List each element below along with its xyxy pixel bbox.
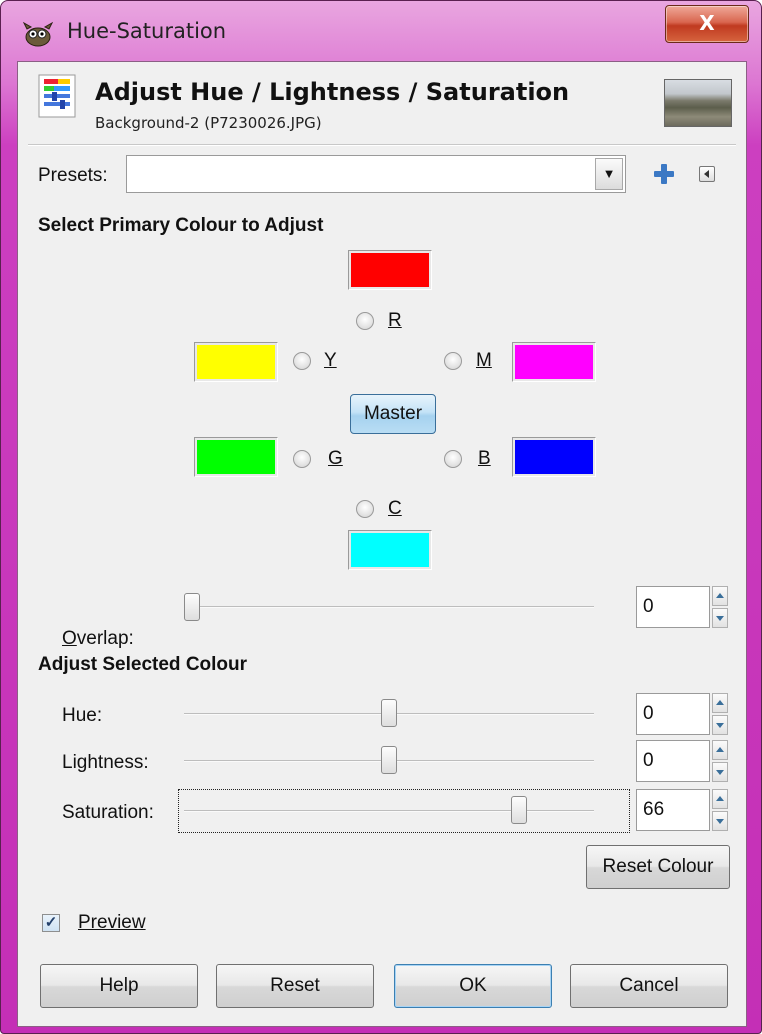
spin-up-icon[interactable] — [712, 693, 728, 713]
saturation-label: Saturation: — [62, 802, 154, 823]
lightness-spinner[interactable]: 0 — [636, 740, 728, 782]
magenta-fill — [515, 345, 593, 379]
add-preset-icon[interactable] — [652, 162, 676, 186]
lightness-slider-handle[interactable] — [381, 746, 397, 774]
blue-swatch — [512, 437, 596, 477]
reset-button[interactable]: Reset — [216, 964, 374, 1008]
spin-down-icon[interactable] — [712, 608, 728, 628]
blue-fill — [515, 440, 593, 474]
master-button[interactable]: Master — [350, 394, 436, 434]
radio-cyan-label: C — [388, 498, 402, 519]
magenta-swatch — [512, 342, 596, 382]
radio-green[interactable] — [293, 450, 311, 468]
help-button[interactable]: Help — [40, 964, 198, 1008]
radio-red[interactable] — [356, 312, 374, 330]
radio-red-label: R — [388, 310, 402, 331]
chevron-down-icon[interactable]: ▼ — [595, 158, 623, 190]
red-swatch — [348, 250, 432, 290]
saturation-slider-handle[interactable] — [511, 796, 528, 824]
adjust-colour-heading: Adjust Selected Colour — [38, 654, 248, 675]
saturation-value[interactable]: 66 — [636, 789, 710, 831]
hue-saturation-tool-icon — [38, 74, 76, 118]
overlap-value[interactable]: 0 — [636, 586, 710, 628]
header-separator — [28, 144, 736, 146]
yellow-fill — [197, 345, 275, 379]
preview-checkbox[interactable]: ✓ — [42, 914, 60, 932]
spin-down-icon[interactable] — [712, 811, 728, 831]
radio-blue[interactable] — [444, 450, 462, 468]
dialog-window: Hue-Saturation X Adjust Hue / Lightness … — [0, 0, 762, 1034]
title-bar[interactable]: Hue-Saturation X — [1, 1, 761, 67]
cyan-swatch — [348, 530, 432, 570]
help-button-label: Help — [99, 975, 139, 996]
hue-label: Hue: — [62, 705, 103, 726]
image-name: Background-2 (P7230026.JPG) — [95, 114, 322, 132]
spin-up-icon[interactable] — [712, 586, 728, 606]
radio-cyan[interactable] — [356, 500, 374, 518]
spin-up-icon[interactable] — [712, 740, 728, 760]
radio-magenta-label: M — [476, 350, 492, 371]
overlap-label: Overlap: — [62, 628, 134, 649]
radio-blue-label: B — [478, 448, 491, 469]
yellow-swatch — [194, 342, 278, 382]
close-button[interactable]: X — [665, 5, 749, 43]
spin-up-icon[interactable] — [712, 789, 728, 809]
hue-spinner[interactable]: 0 — [636, 693, 728, 735]
dialog-heading: Adjust Hue / Lightness / Saturation — [95, 78, 570, 106]
reset-colour-label: Reset Colour — [602, 856, 714, 877]
gimp-wilber-icon — [23, 21, 53, 47]
cyan-fill — [351, 533, 429, 567]
dialog-content: Adjust Hue / Lightness / Saturation Back… — [17, 61, 747, 1027]
cancel-button-label: Cancel — [619, 975, 679, 996]
spin-down-icon[interactable] — [712, 762, 728, 782]
preview-label: Preview — [78, 912, 146, 933]
hue-slider-handle[interactable] — [381, 699, 397, 727]
hue-value[interactable]: 0 — [636, 693, 710, 735]
close-icon: X — [699, 11, 715, 35]
reset-button-label: Reset — [270, 975, 320, 996]
cancel-button[interactable]: Cancel — [570, 964, 728, 1008]
green-fill — [197, 440, 275, 474]
master-button-label: Master — [363, 403, 423, 424]
reset-colour-button[interactable]: Reset Colour — [586, 845, 730, 889]
green-swatch — [194, 437, 278, 477]
saturation-spinner[interactable]: 66 — [636, 789, 728, 831]
overlap-spinner[interactable]: 0 — [636, 586, 728, 628]
image-thumbnail — [664, 79, 732, 127]
preset-menu-icon[interactable] — [699, 166, 715, 182]
lightness-value[interactable]: 0 — [636, 740, 710, 782]
presets-combo[interactable]: ▼ — [126, 155, 626, 193]
radio-yellow[interactable] — [293, 352, 311, 370]
presets-label: Presets: — [38, 165, 108, 186]
spin-down-icon[interactable] — [712, 715, 728, 735]
radio-green-label: G — [328, 448, 343, 469]
red-fill — [351, 253, 429, 287]
saturation-track[interactable] — [184, 810, 594, 812]
primary-colour-heading: Select Primary Colour to Adjust — [38, 215, 324, 236]
overlap-track[interactable] — [184, 606, 594, 608]
ok-button[interactable]: OK — [394, 964, 552, 1008]
radio-magenta[interactable] — [444, 352, 462, 370]
lightness-label: Lightness: — [62, 752, 149, 773]
ok-button-label: OK — [459, 975, 487, 996]
overlap-label-text: verlap: — [76, 628, 134, 649]
checkmark-icon: ✓ — [44, 914, 58, 931]
radio-yellow-label: Y — [324, 350, 337, 371]
window-title: Hue-Saturation — [67, 19, 227, 43]
overlap-slider-handle[interactable] — [184, 593, 200, 621]
